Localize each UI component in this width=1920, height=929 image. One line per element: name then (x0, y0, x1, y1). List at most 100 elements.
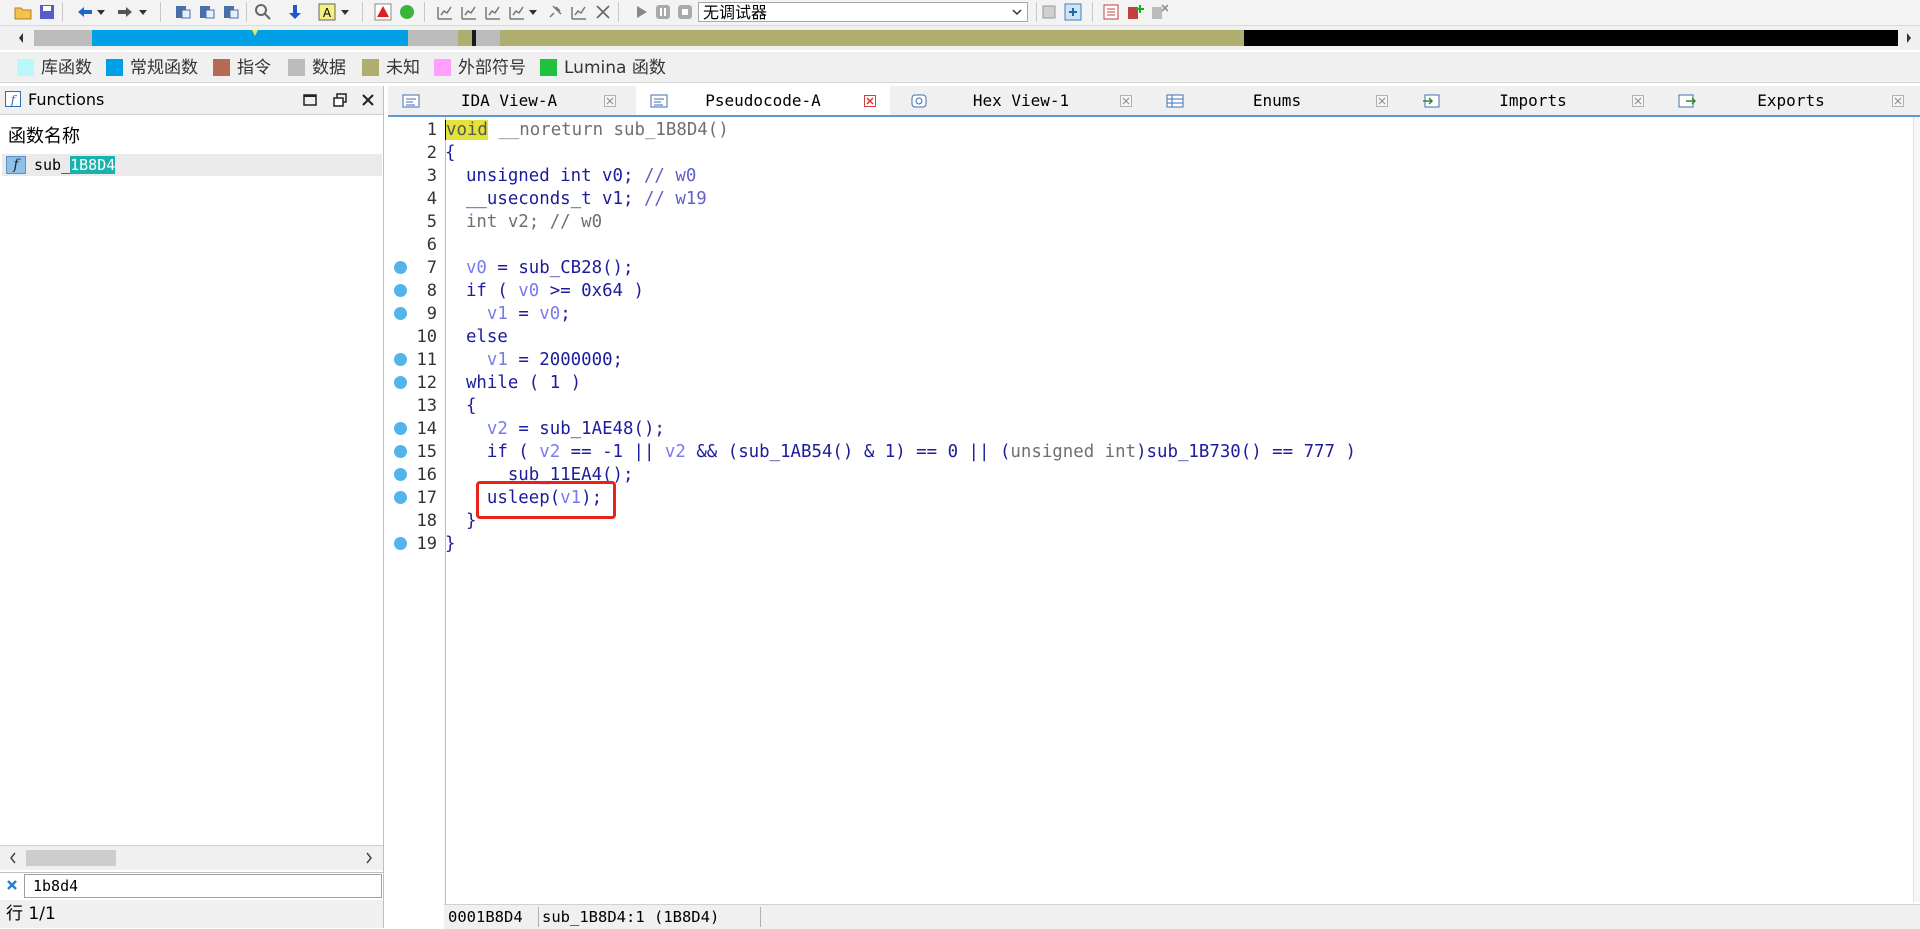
back-arrow-icon[interactable] (76, 3, 94, 21)
code-line[interactable]: { (445, 395, 476, 418)
breakpoint-marker[interactable] (394, 353, 407, 366)
close-icon[interactable] (360, 92, 376, 108)
jump-icon-2[interactable] (198, 3, 216, 21)
status-address: 0001B8D4 (448, 908, 523, 926)
chevron-right-icon[interactable] (364, 851, 374, 865)
breakpoint-marker[interactable] (394, 261, 407, 274)
tab-label: Hex View-1 (972, 91, 1070, 110)
graph-icon-4[interactable] (508, 3, 526, 21)
graph-icon[interactable] (436, 3, 454, 21)
navigation-band[interactable] (0, 26, 1920, 50)
tab-enums[interactable]: Enums (1152, 86, 1402, 115)
legend-label: 外部符号 (458, 58, 526, 78)
stop-icon[interactable] (676, 3, 694, 21)
chevron-down-icon[interactable] (528, 3, 538, 21)
tab-close-icon[interactable] (1120, 95, 1132, 107)
chevron-right-icon[interactable] (1904, 30, 1914, 46)
tab-close-icon[interactable] (604, 95, 616, 107)
code-line[interactable]: void __noreturn sub_1B8D4() (445, 119, 729, 142)
pin-icon[interactable] (546, 3, 564, 21)
debugger-select[interactable]: 无调试器 (698, 2, 1028, 22)
code-line[interactable]: if ( v0 >= 0x64 ) (445, 280, 644, 303)
jump-icon-3[interactable] (222, 3, 240, 21)
tab-hex-view-1[interactable]: Hex View-1 (896, 86, 1146, 115)
breakpoint-marker[interactable] (394, 537, 407, 550)
line-number: 4 (426, 189, 437, 209)
play-icon[interactable] (632, 3, 650, 21)
chevron-left-icon[interactable] (16, 30, 26, 46)
function-filter-input[interactable]: 1b8d4 (24, 874, 382, 898)
keyword-highlight: void (445, 120, 488, 140)
scrollbar-thumb[interactable] (26, 850, 116, 866)
tab-close-icon[interactable] (1632, 95, 1644, 107)
pseudocode-editor[interactable]: 1 2 3 4 5 6 7 8 9 10 11 12 13 14 15 16 1… (388, 117, 1920, 928)
legend-label: 库函数 (41, 58, 92, 78)
breakpoint-marker[interactable] (394, 491, 407, 504)
breakpoint-marker[interactable] (394, 307, 407, 320)
code-line[interactable]: v1 = 2000000; (445, 349, 623, 372)
function-name-column-header[interactable]: 函数名称 (8, 126, 80, 148)
code-line[interactable]: v1 = v0; (445, 303, 571, 326)
tab-pseudocode-a[interactable]: Pseudocode-A (636, 86, 890, 115)
code-line[interactable]: else (445, 326, 508, 349)
float-icon[interactable] (332, 92, 348, 108)
breakpoint-marker[interactable] (394, 468, 407, 481)
chevron-left-icon[interactable] (8, 851, 18, 865)
download-arrow-icon[interactable] (286, 3, 304, 21)
maximize-icon[interactable] (302, 92, 318, 108)
graph-icon-2[interactable] (460, 3, 478, 21)
chevron-down-icon[interactable] (340, 3, 350, 21)
tab-ida-view-a[interactable]: IDA View-A (388, 86, 630, 115)
forward-arrow-icon[interactable] (116, 3, 134, 21)
text-color-icon[interactable]: A (318, 3, 336, 21)
legend-label: 未知 (386, 58, 420, 78)
tab-exports[interactable]: Exports (1664, 86, 1918, 115)
svg-text:A: A (323, 6, 332, 20)
save-icon[interactable] (38, 3, 56, 21)
tab-imports[interactable]: Imports (1408, 86, 1658, 115)
function-name-prefix: sub_ (34, 156, 71, 174)
code-line[interactable]: while ( 1 ) (445, 372, 581, 395)
tab-close-icon[interactable] (1892, 95, 1904, 107)
jump-icon[interactable] (174, 3, 192, 21)
line-number: 2 (426, 143, 437, 163)
code-line[interactable]: } (445, 510, 476, 533)
code-line[interactable]: int v2; // w0 (445, 211, 602, 234)
graph-icon-3[interactable] (484, 3, 502, 21)
code-line[interactable]: __useconds_t v1; // w19 (445, 188, 707, 211)
view-tabs: IDA View-A Pseudocode-A Hex View-1 Enums… (388, 86, 1920, 117)
breakpoint-list-icon[interactable] (1102, 3, 1120, 21)
search-binary-icon[interactable] (254, 3, 272, 21)
breakpoint-marker[interactable] (394, 284, 407, 297)
function-list-item[interactable]: f sub_1B8D4 (2, 154, 382, 176)
horizontal-scrollbar[interactable] (0, 845, 383, 870)
green-circle-icon[interactable] (398, 3, 416, 21)
breakpoint-marker[interactable] (394, 422, 407, 435)
legend-label: 指令 (237, 58, 271, 78)
nav-segment-data-3 (476, 30, 500, 46)
line-number-gutter[interactable]: 1 2 3 4 5 6 7 8 9 10 11 12 13 14 15 16 1… (388, 117, 444, 902)
code-line[interactable]: if ( v2 == -1 || v2 && (sub_1AB54() & 1)… (445, 441, 1356, 464)
code-line[interactable]: } (445, 533, 455, 556)
tab-close-icon[interactable] (1376, 95, 1388, 107)
graph-icon-5[interactable] (570, 3, 588, 21)
open-folder-icon[interactable] (14, 3, 32, 21)
chevron-down-icon[interactable] (96, 3, 106, 21)
attach-process-icon[interactable] (1064, 3, 1082, 21)
chevron-down-icon[interactable] (138, 3, 148, 21)
add-breakpoint-icon[interactable] (1126, 3, 1144, 21)
breakpoint-marker[interactable] (394, 376, 407, 389)
warning-icon[interactable] (374, 3, 392, 21)
delete-breakpoint-icon[interactable] (1150, 3, 1168, 21)
code-line[interactable]: v2 = sub_1AE48(); (445, 418, 665, 441)
tab-close-icon[interactable] (864, 95, 876, 107)
code-line[interactable]: v0 = sub_CB28(); (445, 257, 634, 280)
code-line[interactable]: { (445, 142, 455, 165)
breakpoint-marker[interactable] (394, 445, 407, 458)
pause-icon[interactable] (654, 3, 672, 21)
close-icon[interactable] (594, 3, 612, 21)
clear-filter-icon[interactable] (5, 878, 19, 892)
vertical-scrollbar[interactable] (1913, 117, 1920, 902)
code-line[interactable]: unsigned int v0; // w0 (445, 165, 696, 188)
debug-options-icon[interactable] (1040, 3, 1058, 21)
